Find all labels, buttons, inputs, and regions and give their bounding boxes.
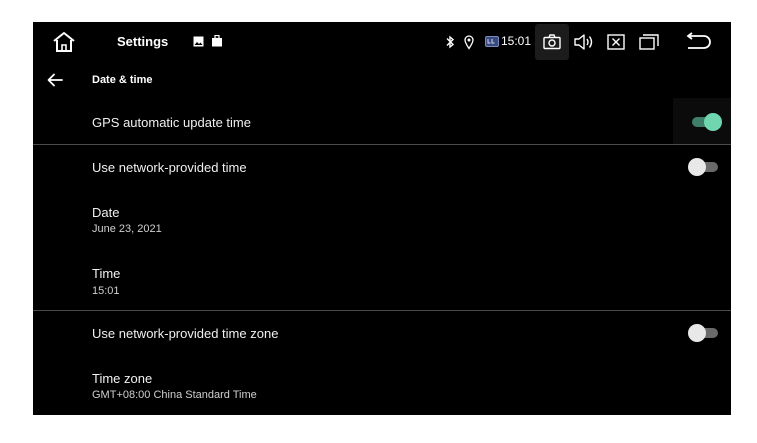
time-zone-value: GMT+08:00 China Standard Time [92,389,257,401]
volume-icon[interactable] [573,32,595,52]
image-notification-icon [193,36,204,47]
setting-date[interactable]: Date June 23, 2021 [33,198,731,248]
page-title: Date & time [92,74,153,86]
home-icon[interactable] [51,30,77,54]
network-time-toggle[interactable] [688,157,722,177]
setting-title: Use network-provided time [92,160,247,175]
android-screen: Settings 15:01 Date & time GPS automatic… [33,22,731,415]
setting-time[interactable]: Time 15:01 [33,260,731,310]
setting-title: GPS automatic update time [92,115,251,130]
network-timezone-toggle[interactable] [688,323,722,343]
setting-title: Time [92,266,121,281]
window-icon[interactable] [639,33,659,51]
divider [33,144,731,145]
app-title: Settings [117,34,169,49]
bluetooth-icon [444,34,456,50]
setting-time-zone[interactable]: Time zone GMT+08:00 China Standard Time [33,364,731,414]
date-value: June 23, 2021 [92,223,162,235]
gps-time-toggle[interactable] [688,112,722,132]
setting-title: Use network-provided time zone [92,326,279,341]
arrow-back-icon[interactable] [45,71,65,89]
setting-title: Time zone [92,371,153,386]
setting-network-time[interactable]: Use network-provided time [33,146,731,191]
time-value: 15:01 [92,285,120,297]
setting-network-time-zone[interactable]: Use network-provided time zone [33,312,731,357]
location-pin-icon [463,34,475,50]
mute-box-icon[interactable] [607,33,625,51]
status-bar: Settings 15:01 [33,22,731,62]
bag-notification-icon [211,35,223,47]
back-icon[interactable] [684,32,712,52]
usb-icon [485,36,499,47]
divider [33,310,731,311]
setting-gps-auto-time[interactable]: GPS automatic update time [33,100,731,145]
status-clock: 15:01 [501,34,532,48]
camera-icon[interactable] [535,24,569,60]
setting-title: Date [92,205,120,220]
